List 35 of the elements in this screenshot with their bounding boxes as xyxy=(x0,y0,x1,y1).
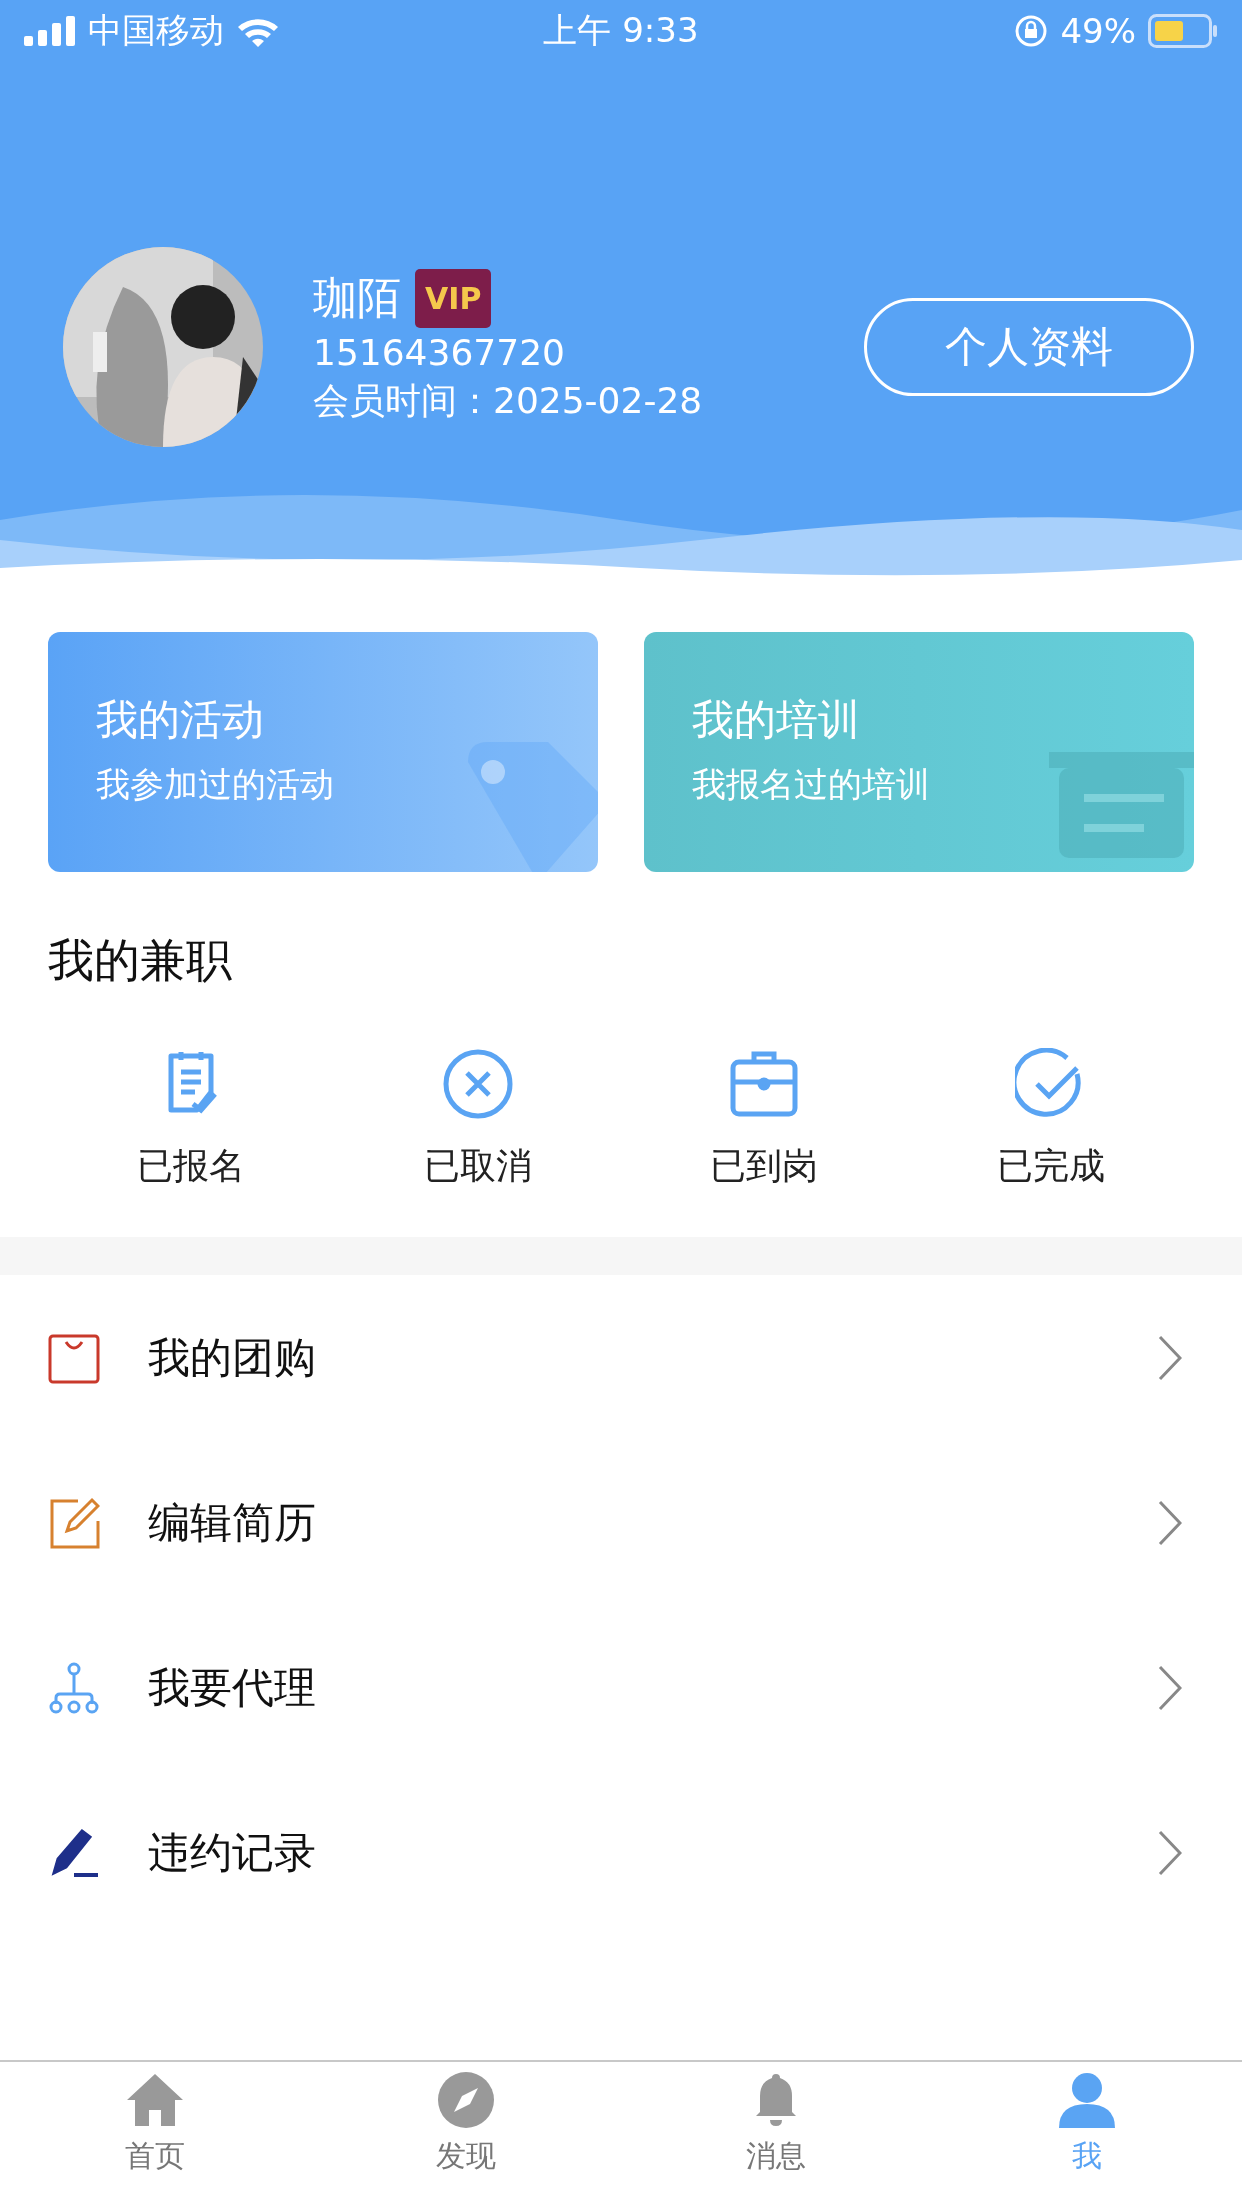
card-title: 我的培训 xyxy=(692,694,861,746)
tab[interactable]: 发现 xyxy=(310,2070,621,2208)
tab[interactable]: 首页 xyxy=(0,2070,311,2208)
rotation-lock-icon xyxy=(1014,14,1049,48)
status-label[interactable]: 已完成 xyxy=(996,1142,1105,1191)
card-subtitle: 我参加过的活动 xyxy=(96,763,335,806)
chevron-right-icon xyxy=(1158,1664,1182,1711)
status-label[interactable]: 已取消 xyxy=(423,1142,532,1191)
user-icon xyxy=(1056,2070,1117,2130)
user-name: 珈陌 xyxy=(313,270,401,325)
card-subtitle: 我报名过的培训 xyxy=(692,763,931,806)
menu-item[interactable]: 违约记录 xyxy=(148,1824,1158,1881)
status-label[interactable]: 已报名 xyxy=(137,1142,246,1191)
menu-item[interactable]: 我的团购 xyxy=(148,1329,1158,1386)
chevron-right-icon xyxy=(1158,1334,1182,1381)
menu-item[interactable]: 我要代理 xyxy=(148,1659,1158,1716)
clock-time: 上午 9:33 xyxy=(543,9,699,52)
vip-badge: VIP xyxy=(415,268,492,328)
signal-icon xyxy=(24,16,76,46)
status-label[interactable]: 已到岗 xyxy=(710,1142,819,1191)
hierarchy-icon xyxy=(48,1661,100,1714)
menu-item[interactable]: 编辑简历 xyxy=(148,1494,1158,1551)
carrier-name: 中国移动 xyxy=(88,9,224,52)
battery-icon xyxy=(1148,14,1218,48)
tab[interactable]: 消息 xyxy=(621,2070,932,2208)
chevron-right-icon xyxy=(1158,1829,1182,1876)
card-title: 我的活动 xyxy=(96,694,265,746)
cancel-icon xyxy=(441,1048,514,1120)
membership-date: 会员时间：2025-02-28 xyxy=(313,378,704,423)
battery-percent: 49% xyxy=(1060,11,1136,51)
chevron-right-icon xyxy=(1158,1499,1182,1546)
phone-number: 15164367720 xyxy=(313,331,566,373)
section-title: 我的兼职 xyxy=(47,932,233,989)
edit-icon xyxy=(48,1496,100,1549)
compass-icon xyxy=(435,2070,496,2130)
